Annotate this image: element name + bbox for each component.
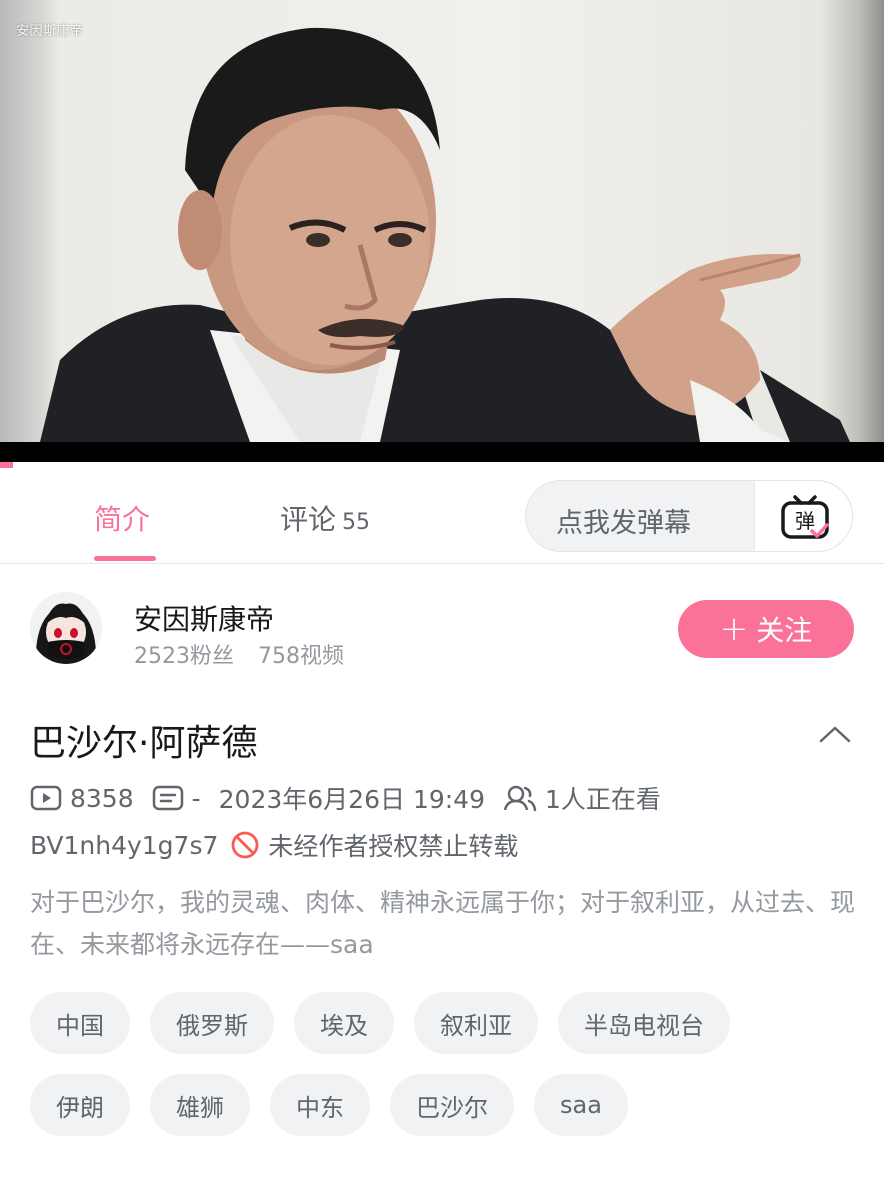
tab-active-indicator (94, 556, 156, 561)
tag-chip[interactable]: 埃及 (294, 992, 394, 1054)
video-bvid[interactable]: BV1nh4y1g7s7 (30, 831, 218, 860)
video-watermark: 安因斯康帝 (16, 24, 84, 39)
play-count-icon (30, 785, 62, 811)
chevron-up-icon[interactable] (818, 724, 852, 744)
video-frame-image (40, 27, 850, 442)
tag-row: 中国 俄罗斯 埃及 叙利亚 半岛电视台 (30, 992, 860, 1054)
tag-chip[interactable]: 中东 (270, 1074, 370, 1136)
uploader-followers: 2523粉丝 (134, 644, 234, 669)
tag-list: 中国 俄罗斯 埃及 叙利亚 半岛电视台 伊朗 雄狮 中东 巴沙尔 saa (30, 992, 860, 1156)
tag-row: 伊朗 雄狮 中东 巴沙尔 saa (30, 1074, 860, 1136)
no-repost-icon (230, 830, 260, 860)
danmaku-placeholder: 点我发弹幕 (556, 508, 691, 539)
publish-date: 2023年6月26日 19:49 (218, 785, 485, 814)
plus-icon: + (719, 609, 749, 649)
video-id-row: BV1nh4y1g7s7 未经作者授权禁止转载 (30, 827, 518, 863)
uploader-name[interactable]: 安因斯康帝 (134, 598, 274, 638)
tab-intro[interactable]: 简介 (94, 498, 150, 538)
follow-button[interactable]: + 关注 (678, 600, 854, 658)
danmaku-count: - (191, 783, 201, 813)
tag-chip[interactable]: saa (534, 1074, 628, 1136)
tag-chip[interactable]: 俄罗斯 (150, 992, 274, 1054)
follow-label: 关注 (756, 614, 813, 647)
danmaku-count-icon (152, 785, 184, 811)
viewers-icon (503, 784, 537, 812)
video-description: 对于巴沙尔，我的灵魂、肉体、精神永远属于你；对于叙利亚，从过去、现在、未来都将永… (30, 888, 856, 959)
uploader-avatar[interactable] (30, 592, 102, 664)
tag-chip[interactable]: 叙利亚 (414, 992, 538, 1054)
tag-chip[interactable]: 雄狮 (150, 1074, 250, 1136)
tab-comments-label: 评论 (280, 503, 337, 536)
video-meta-row: 8358 - 2023年6月26日 19:49 1人正在看 (30, 780, 661, 816)
uploader-video-count: 758视频 (258, 644, 344, 669)
video-frame[interactable]: 安因斯康帝 (0, 0, 884, 442)
tab-comments-count: 55 (342, 510, 371, 535)
video-player[interactable]: 安因斯康帝 (0, 0, 884, 462)
tag-chip[interactable]: 伊朗 (30, 1074, 130, 1136)
tab-bar: 简介 评论 55 点我发弹幕 弹 (0, 468, 884, 564)
copyright-notice: 未经作者授权禁止转载 (268, 832, 519, 861)
avatar-image (30, 592, 102, 664)
tag-chip[interactable]: 半岛电视台 (558, 992, 730, 1054)
uploader-stats: 2523粉丝 758视频 (134, 638, 344, 670)
tab-comments[interactable]: 评论 55 (280, 498, 370, 538)
video-title: 巴沙尔·阿萨德 (30, 723, 258, 764)
tag-chip[interactable]: 巴沙尔 (390, 1074, 514, 1136)
play-count: 8358 (70, 783, 134, 813)
tag-chip[interactable]: 中国 (30, 992, 130, 1054)
danmaku-tv-icon: 弹 (781, 495, 829, 539)
danmaku-toggle-button[interactable]: 弹 (754, 481, 852, 551)
danmaku-input[interactable]: 点我发弹幕 弹 (525, 480, 853, 552)
watching-now: 1人正在看 (545, 785, 661, 814)
